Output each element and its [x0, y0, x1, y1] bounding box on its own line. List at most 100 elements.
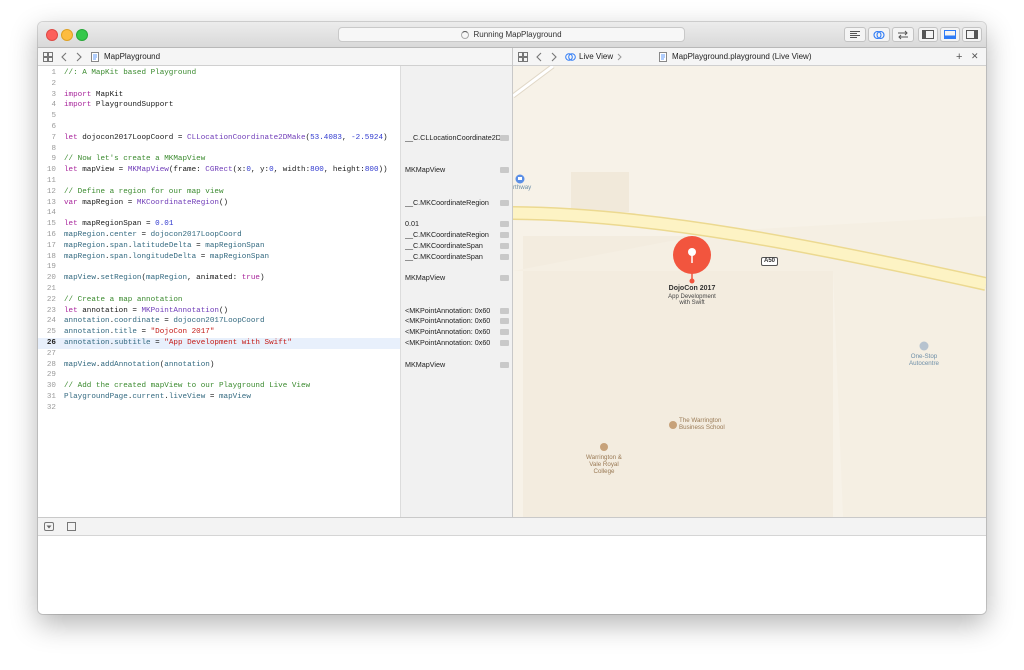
code-token: mapRegion =	[77, 198, 137, 207]
code-line[interactable]: 14	[38, 208, 400, 219]
code-token: longitudeDelta	[132, 252, 197, 261]
stop-button[interactable]	[67, 522, 76, 531]
code-line[interactable]: 3 import MapKit	[38, 90, 400, 101]
line-number: 28	[46, 360, 56, 369]
code-line[interactable]: 24 annotation.coordinate = dojocon2017Loo…	[38, 316, 400, 327]
assistant-editor-button[interactable]	[868, 27, 890, 42]
code-line[interactable]: 2	[38, 79, 400, 90]
minimize-window-button[interactable]	[61, 29, 73, 41]
quick-look-button[interactable]	[500, 167, 509, 174]
code-line[interactable]: 32	[38, 403, 400, 414]
code-token: ()	[218, 198, 229, 207]
map-block	[523, 236, 833, 517]
back-button[interactable]	[60, 48, 68, 65]
quick-look-button[interactable]	[500, 329, 509, 336]
map-transit-icon	[518, 177, 522, 180]
code-line[interactable]: 27	[38, 349, 400, 360]
navigator-toggle-button[interactable]	[918, 27, 938, 42]
code-line[interactable]: 10 let mapView = MKMapView(frame: CGRect(…	[38, 165, 400, 176]
quick-look-button[interactable]	[500, 340, 509, 346]
code-token: let	[64, 166, 78, 175]
code-line[interactable]: 17 mapRegion.span.latitudeDelta = mapRegi…	[38, 241, 400, 252]
code-line[interactable]: 19	[38, 262, 400, 273]
code-line[interactable]: 25 annotation.title = "DojoCon 2017"	[38, 327, 400, 338]
live-back-button[interactable]	[535, 48, 543, 65]
code-token: 0.01	[155, 220, 174, 229]
quick-look-button[interactable]	[500, 199, 509, 206]
line-number: 17	[46, 241, 56, 250]
result-text: __C.MKCoordinateSpan	[405, 240, 483, 250]
quick-look-button[interactable]	[500, 232, 509, 238]
live-forward-button[interactable]	[550, 48, 558, 65]
code-text: mapView.addAnnotation(annotation)	[64, 360, 214, 371]
code-token: =	[191, 241, 206, 250]
line-number: 32	[46, 403, 56, 412]
result-value: __C.MKCoordinateRegion	[405, 230, 509, 241]
quick-look-button[interactable]	[500, 307, 509, 314]
line-number: 12	[46, 187, 56, 196]
code-line[interactable]: 23 let annotation = MKPointAnnotation()	[38, 306, 400, 317]
close-window-button[interactable]	[46, 29, 58, 41]
code-token: dojocon2017LoopCoord	[150, 231, 242, 239]
title-bar: Running MapPlayground	[38, 22, 986, 48]
code-line[interactable]: 29	[38, 370, 400, 381]
code-line[interactable]: 13 var mapRegion = MKCoordinateRegion()	[38, 198, 400, 209]
code-token: 53.4083	[310, 133, 342, 142]
live-view-file-item[interactable]: MapPlayground.playground (Live View)	[659, 48, 812, 65]
code-line[interactable]: 18 mapRegion.span.longitudeDelta = mapReg…	[38, 252, 400, 263]
quick-look-button[interactable]	[500, 134, 509, 141]
line-number: 22	[46, 295, 56, 304]
code-line[interactable]: 8	[38, 144, 400, 155]
version-editor-button[interactable]	[892, 27, 914, 42]
console-output[interactable]	[38, 536, 986, 614]
standard-editor-button[interactable]	[844, 27, 866, 42]
code-token: )	[383, 133, 388, 142]
live-view-mode-label: Live View	[579, 52, 614, 61]
inspector-toggle-button[interactable]	[962, 27, 982, 42]
quick-look-button[interactable]	[500, 242, 509, 249]
code-line[interactable]: 9 // Now let's create a MKMapView	[38, 154, 400, 165]
quick-look-button[interactable]	[500, 253, 509, 260]
code-token: //: A MapKit based Playground	[64, 69, 197, 77]
code-line[interactable]: 6	[38, 122, 400, 133]
code-line[interactable]: 12 // Define a region for our map view	[38, 187, 400, 198]
quick-look-button[interactable]	[500, 318, 509, 325]
chevron-left-icon	[536, 52, 542, 61]
quick-look-button[interactable]	[500, 361, 509, 368]
debug-area-toggle-button[interactable]	[940, 27, 960, 42]
code-line[interactable]: 22 // Create a map annotation	[38, 295, 400, 306]
quick-look-button[interactable]	[500, 275, 509, 282]
forward-button[interactable]	[75, 48, 83, 65]
code-line[interactable]: 16 mapRegion.center = dojocon2017LoopCoor…	[38, 230, 400, 241]
live-related-items-button[interactable]	[518, 48, 528, 65]
jump-bar-file[interactable]: MapPlayground	[91, 48, 160, 65]
add-editor-button[interactable]: +	[956, 48, 962, 65]
assistant-editor-icon	[873, 30, 885, 39]
code-editor[interactable]: 1//: A MapKit based Playground 2 3 import M…	[38, 66, 400, 517]
playground-file-icon	[91, 51, 99, 62]
line-number: 5	[51, 112, 56, 121]
hide-debug-area-button[interactable]	[44, 522, 54, 531]
code-line[interactable]: 20 mapView.setRegion(mapRegion, animated:…	[38, 273, 400, 284]
code-line[interactable]: 5	[38, 111, 400, 122]
code-token: mapRegion	[64, 231, 106, 239]
code-line[interactable]: 31 PlaygroundPage.current.liveView = mapV…	[38, 392, 400, 403]
code-line[interactable]: 7 let dojocon2017LoopCoord = CLLocationCo…	[38, 133, 400, 144]
code-line[interactable]: 11	[38, 176, 400, 187]
code-line[interactable]: 26 annotation.subtitle = "App Development…	[38, 338, 400, 349]
code-line[interactable]: 28 mapView.addAnnotation(annotation)	[38, 360, 400, 371]
code-line[interactable]: 30 // Add the created mapView to our Play…	[38, 381, 400, 392]
zoom-window-button[interactable]	[76, 29, 88, 41]
close-editor-button[interactable]: ✕	[971, 48, 979, 65]
quick-look-button[interactable]	[500, 221, 509, 228]
code-token: ,	[342, 133, 352, 142]
related-items-button[interactable]	[43, 48, 53, 65]
code-line[interactable]: 15 let mapRegionSpan = 0.01	[38, 219, 400, 230]
live-view-mode-item[interactable]: Live View	[565, 48, 623, 65]
code-line[interactable]: 4 import PlaygroundSupport	[38, 100, 400, 111]
grid-icon	[43, 51, 53, 62]
code-token: annotation	[64, 339, 110, 347]
code-line[interactable]: 1 //: A MapKit based Playground	[38, 68, 400, 79]
code-line[interactable]: 21	[38, 284, 400, 295]
live-map-view[interactable]: rthway A50 DojoCon 2017 App Development …	[513, 66, 986, 517]
